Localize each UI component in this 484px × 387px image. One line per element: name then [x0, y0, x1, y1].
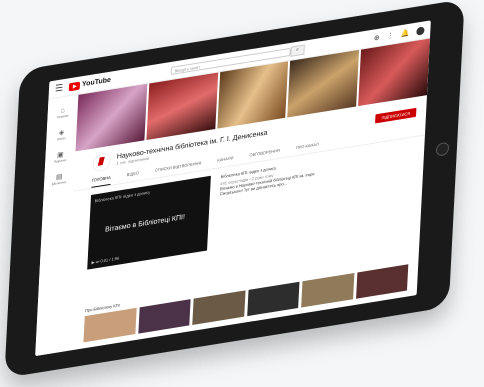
- logo-text: YouTube: [81, 76, 112, 89]
- sidebar-item-library[interactable]: ▤ Бібліотека: [44, 171, 75, 188]
- shelf: Про Бібліотеку КПІ: [83, 256, 409, 343]
- channel-avatar[interactable]: [92, 151, 112, 173]
- video-thumbnail[interactable]: [301, 273, 354, 308]
- video-thumbnail[interactable]: [83, 307, 137, 343]
- banner-photo: [75, 83, 148, 152]
- video-caption: Вітаємо в Бібліотеці КПІ!: [104, 213, 186, 234]
- video-controls[interactable]: ▶ ⏭ 0:01 / 1:56: [91, 255, 119, 265]
- banner-photo: [146, 72, 218, 141]
- apps-icon[interactable]: ⋮: [387, 31, 394, 40]
- sidebar-item-home[interactable]: ⌂ Головна: [47, 105, 78, 121]
- banner-photo: [358, 38, 430, 107]
- video-time: 0:01 / 1:56: [100, 255, 120, 264]
- play-logo-icon: [68, 81, 81, 91]
- notifications-icon[interactable]: 🔔: [401, 28, 410, 37]
- youtube-logo[interactable]: YouTube: [68, 76, 112, 91]
- video-thumbnail[interactable]: [246, 281, 300, 317]
- video-thumbnail[interactable]: [192, 290, 246, 325]
- photo-stage: ☰ YouTube Введіть запит ⌕ ⊕ ⋮ 🔔 ⌂ Головна…: [0, 0, 484, 387]
- create-icon[interactable]: ⊕: [374, 33, 380, 42]
- featured-info: Бібліотека КПІ: відео з допису 441 перег…: [217, 157, 331, 249]
- subscribe-button[interactable]: ПІДПИСАТИСЯ: [375, 107, 417, 123]
- video-thumbnail[interactable]: [137, 299, 191, 334]
- play-icon[interactable]: ▶: [91, 259, 94, 265]
- banner-photo: [287, 49, 360, 118]
- home-button: [435, 141, 450, 157]
- banner-photo: [216, 61, 289, 129]
- sidebar-item-shorts[interactable]: ◈ Shorts: [46, 126, 77, 143]
- tablet-screen: ☰ YouTube Введіть запит ⌕ ⊕ ⋮ 🔔 ⌂ Головна…: [35, 20, 431, 357]
- menu-icon[interactable]: ☰: [55, 82, 64, 94]
- tab-videos[interactable]: ВІДЕО: [126, 170, 140, 182]
- video-thumbnail[interactable]: [355, 264, 409, 299]
- video-overlay-title: Бібліотека КПІ: відео з допису: [94, 189, 151, 204]
- next-icon[interactable]: ⏭: [96, 259, 100, 265]
- search-icon[interactable]: ⌕: [290, 44, 305, 57]
- video-player[interactable]: Бібліотека КПІ: відео з допису Вітаємо в…: [87, 175, 211, 270]
- sidebar-item-subscriptions[interactable]: ▣ Підписки: [45, 148, 76, 165]
- avatar[interactable]: [416, 25, 425, 36]
- tablet-device: ☰ YouTube Введіть запит ⌕ ⊕ ⋮ 🔔 ⌂ Головна…: [4, 0, 465, 379]
